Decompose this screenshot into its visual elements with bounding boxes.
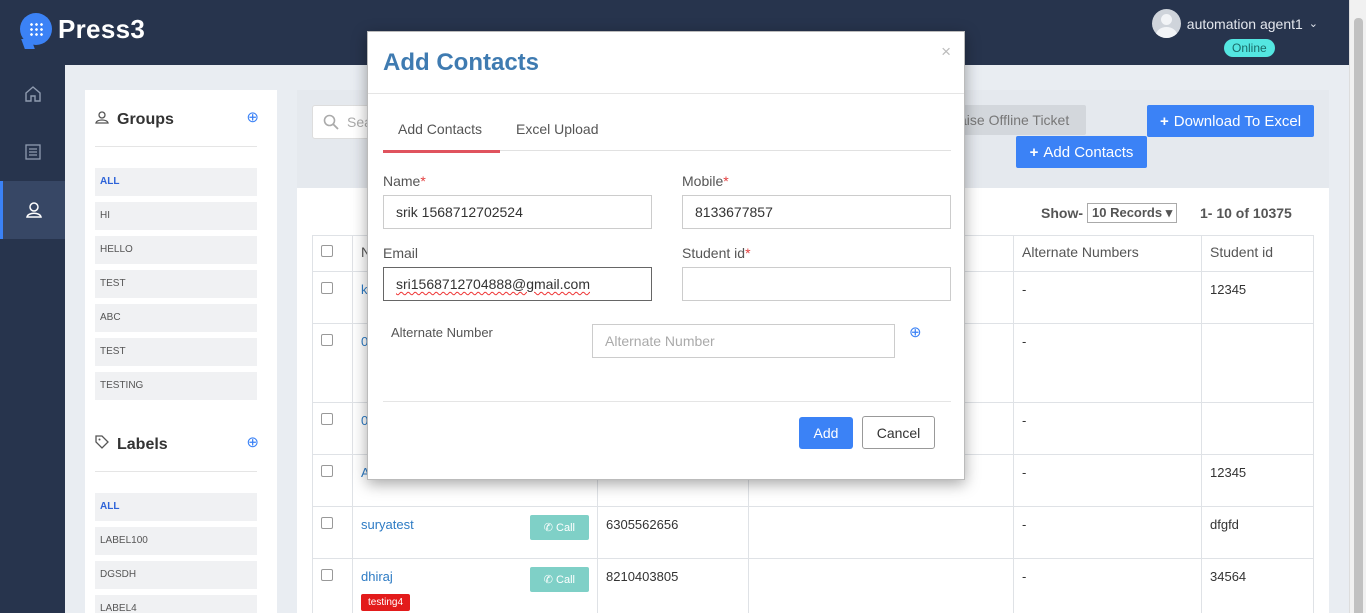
modal-title: Add Contacts [383,49,539,76]
student-id-field[interactable] [682,267,951,301]
student-id-label: Student id* [682,245,751,261]
alternate-number-field[interactable]: Alternate Number [592,324,895,358]
add-contacts-modal: Add Contacts × Add Contacts Excel Upload… [367,31,965,480]
tab-excel-upload[interactable]: Excel Upload [516,121,599,137]
mobile-label: Mobile* [682,173,729,189]
add-button[interactable]: Add [799,417,853,449]
tab-active-indicator [383,150,500,153]
name-field[interactable]: srik 1568712702524 [383,195,652,229]
cancel-button[interactable]: Cancel [862,416,935,449]
name-label: Name* [383,173,426,189]
alternate-number-label: Alternate Number [391,325,493,340]
tab-add-contacts[interactable]: Add Contacts [398,121,482,137]
add-alternate-number-icon[interactable]: ⊕ [909,323,922,341]
close-icon[interactable]: × [941,42,951,62]
mobile-field[interactable]: 8133677857 [682,195,951,229]
divider [368,93,964,94]
email-value: sri1568712704888@gmail.com [396,276,590,292]
divider [383,401,951,402]
email-label: Email [383,245,419,261]
email-field[interactable]: sri1568712704888@gmail.com [383,267,652,301]
